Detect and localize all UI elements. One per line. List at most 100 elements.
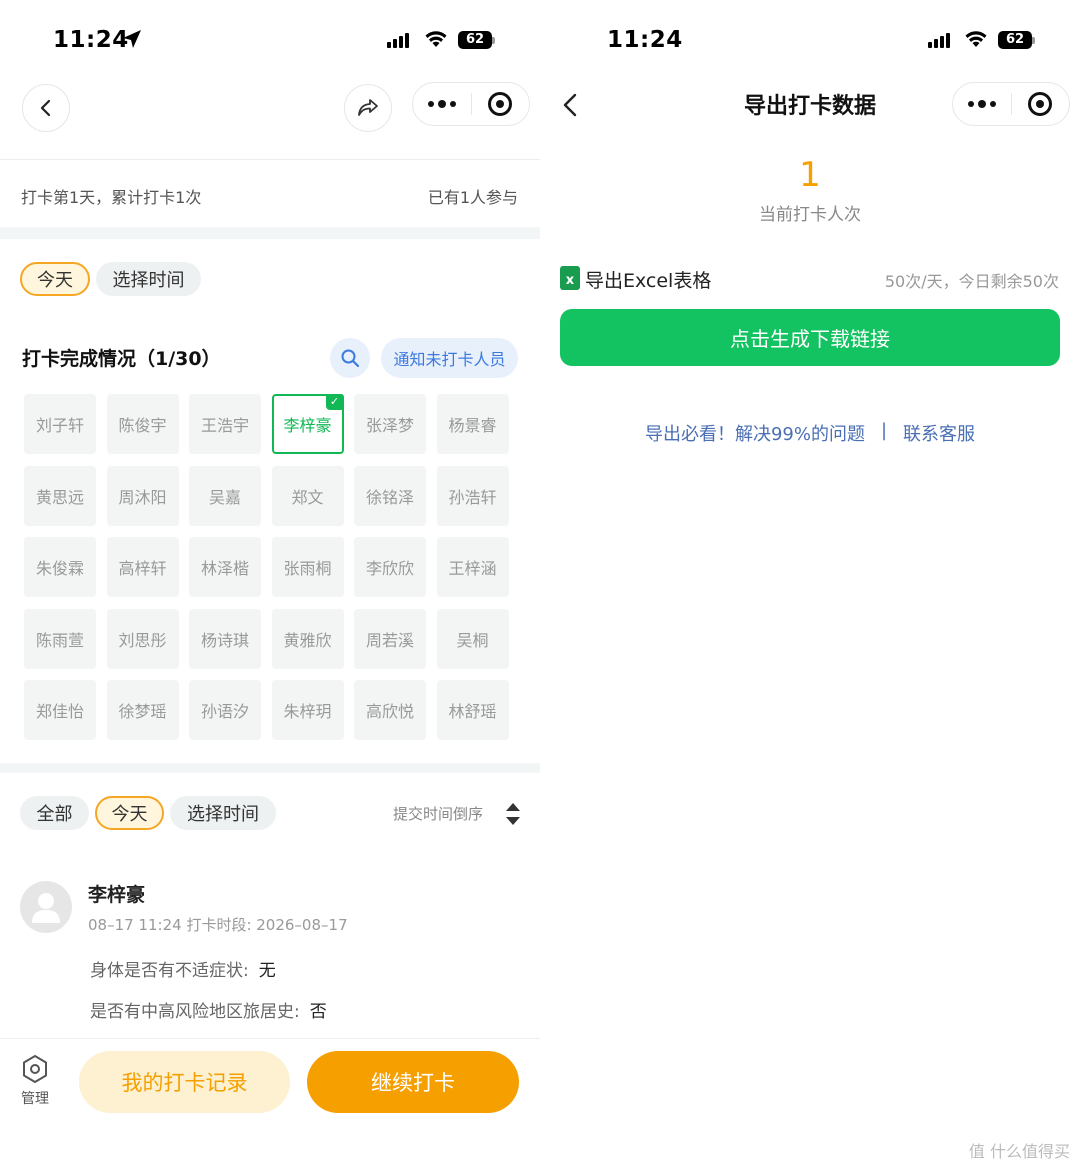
back-arrow-icon[interactable] — [560, 92, 582, 118]
name-cell-label: 王浩宇 — [200, 416, 249, 435]
section-divider-2 — [0, 763, 540, 773]
name-cell-label: 杨诗琪 — [200, 630, 249, 650]
name-cell[interactable]: 孙浩轩 — [436, 465, 509, 526]
help-links: 导出必看！解决99%的问题 | 联系客服 — [540, 420, 1080, 446]
name-cell-label: 周若溪 — [365, 630, 414, 650]
checked-badge-icon: ✓ — [325, 394, 344, 410]
manage-button[interactable]: 管理 — [12, 1054, 58, 1108]
checkin-count: 1 — [799, 155, 821, 195]
more-button-right[interactable] — [953, 83, 1011, 125]
name-cell[interactable]: 李欣欣 — [354, 537, 426, 597]
q1-label: 身体是否有不适症状: — [90, 961, 249, 981]
q1-value: 无 — [258, 961, 276, 981]
name-cell-label: 吴桐 — [456, 630, 489, 650]
name-cell-label: 陈雨萱 — [35, 630, 84, 650]
name-cell[interactable]: 王浩宇 — [189, 394, 261, 454]
name-cell[interactable]: 李梓豪 ✓ — [271, 394, 344, 454]
name-cell[interactable]: 张泽梦 — [354, 394, 426, 454]
name-cell[interactable]: 杨诗琪 — [189, 608, 261, 669]
name-cell[interactable]: 朱俊霖 — [24, 537, 96, 597]
contact-service-link[interactable]: 联系客服 — [903, 420, 975, 446]
name-cell[interactable]: 陈俊宇 — [106, 394, 179, 454]
name-cell[interactable]: 陈雨萱 — [24, 608, 96, 669]
mini-program-capsule-right — [952, 82, 1070, 126]
name-cell[interactable]: 王梓涵 — [436, 537, 509, 597]
name-cell-label: 朱俊霖 — [35, 559, 84, 578]
hexagon-settings-icon — [23, 1055, 47, 1083]
name-cell[interactable]: 黄雅欣 — [271, 608, 344, 669]
export-excel-label: 导出Excel表格 — [585, 270, 712, 292]
record-q1: 身体是否有不适症状: 无 — [90, 956, 276, 981]
watermark: 值 什么值得买 — [968, 1142, 1070, 1161]
name-cell-label: 郑佳怡 — [35, 702, 84, 721]
name-cell-label: 周沐阳 — [118, 487, 167, 507]
name-cell-label: 刘子轩 — [35, 416, 84, 435]
name-cell-label: 黄思远 — [35, 487, 84, 507]
name-cell[interactable]: 高欣悦 — [354, 680, 426, 740]
name-cell[interactable]: 林泽楷 — [189, 537, 261, 597]
name-cell-label: 王梓涵 — [448, 559, 497, 578]
excel-icon-letter: x — [565, 273, 575, 288]
left-screen: 11:24 62 打卡第1天，累计打卡1次 已有1人参与 今天 选择时间 打卡完… — [0, 0, 540, 1172]
name-cell[interactable]: 黄思远 — [24, 465, 96, 526]
right-screen: 11:24 62 导出打卡数据 1 当前打卡人次 x 导出Excel表格 50次… — [540, 0, 1080, 1172]
name-cell[interactable]: 郑文 — [271, 465, 344, 526]
name-cell[interactable]: 林舒瑶 — [436, 680, 509, 740]
sort-label[interactable]: 提交时间倒序 — [393, 803, 483, 824]
battery-level-right: 62 — [998, 31, 1032, 49]
name-cell-label: 杨景睿 — [448, 416, 497, 435]
name-cell-label: 朱梓玥 — [283, 702, 332, 721]
name-cell-label: 孙浩轩 — [448, 487, 497, 507]
name-cell[interactable]: 张雨桐 — [271, 537, 344, 597]
name-cell[interactable]: 周若溪 — [354, 608, 426, 669]
battery-icon-right: 62 — [998, 31, 1035, 49]
names-grid: 刘子轩 陈俊宇 王浩宇 李梓豪 ✓ 张泽梦 杨景睿黄思远 周沐阳 吴嘉 郑文 徐铭泽 孙浩轩朱俊霖 高梓… — [0, 0, 540, 760]
name-cell-label: 刘思彤 — [118, 630, 167, 650]
name-cell-label: 张泽梦 — [365, 416, 414, 435]
name-cell-label: 郑文 — [291, 487, 324, 507]
user-placeholder-icon — [32, 893, 60, 923]
wifi-icon-right — [965, 31, 987, 47]
my-records-button[interactable]: 我的打卡记录 — [79, 1051, 290, 1113]
generate-link-button[interactable]: 点击生成下载链接 — [560, 309, 1060, 366]
name-cell[interactable]: 朱梓玥 — [271, 680, 344, 740]
name-cell-label: 徐梦瑶 — [118, 702, 167, 721]
checkin-count-label: 当前打卡人次 — [759, 205, 861, 225]
name-cell-label: 林舒瑶 — [448, 702, 497, 721]
name-cell[interactable]: 吴桐 — [436, 608, 509, 669]
name-cell[interactable]: 高梓轩 — [106, 537, 179, 597]
record-q2: 是否有中高风险地区旅居史: 否 — [90, 997, 327, 1022]
help-link[interactable]: 导出必看！解决99%的问题 — [645, 420, 865, 446]
name-cell-label: 孙语汐 — [200, 702, 249, 721]
name-cell[interactable]: 刘思彤 — [106, 608, 179, 669]
more-icon-right — [967, 100, 996, 108]
sort-icon[interactable] — [504, 801, 522, 827]
name-cell-label: 高欣悦 — [365, 702, 414, 721]
q2-label: 是否有中高风险地区旅居史: — [90, 1002, 300, 1022]
name-cell-label: 林泽楷 — [200, 559, 249, 578]
name-cell-label: 张雨桐 — [283, 559, 332, 578]
name-cell[interactable]: 周沐阳 — [106, 465, 179, 526]
name-cell[interactable]: 刘子轩 — [24, 394, 96, 454]
name-cell[interactable]: 徐铭泽 — [354, 465, 426, 526]
name-cell[interactable]: 郑佳怡 — [24, 680, 96, 740]
name-cell-label: 高梓轩 — [118, 559, 167, 578]
filter-today-chip-2[interactable]: 今天 — [95, 796, 164, 830]
export-quota: 50次/天，今日剩余50次 — [884, 272, 1059, 291]
name-cell[interactable]: 孙语汐 — [189, 680, 261, 740]
name-cell[interactable]: 徐梦瑶 — [106, 680, 179, 740]
filter-select-time-chip-2[interactable]: 选择时间 — [170, 796, 276, 830]
name-cell-label: 李梓豪 — [283, 416, 332, 435]
name-cell-label: 徐铭泽 — [365, 487, 414, 507]
continue-checkin-button[interactable]: 继续打卡 — [307, 1051, 519, 1113]
manage-label: 管理 — [21, 1091, 49, 1107]
name-cell[interactable]: 吴嘉 — [189, 465, 261, 526]
target-icon-right — [1028, 92, 1053, 116]
status-time-right: 11:24 — [607, 27, 683, 53]
signal-icon-right — [928, 33, 950, 48]
avatar — [20, 881, 72, 933]
close-mini-program-button-right[interactable] — [1012, 83, 1070, 125]
name-cell[interactable]: 杨景睿 — [436, 394, 509, 454]
name-cell-label: 陈俊宇 — [118, 416, 167, 435]
filter-all-chip[interactable]: 全部 — [20, 796, 89, 830]
